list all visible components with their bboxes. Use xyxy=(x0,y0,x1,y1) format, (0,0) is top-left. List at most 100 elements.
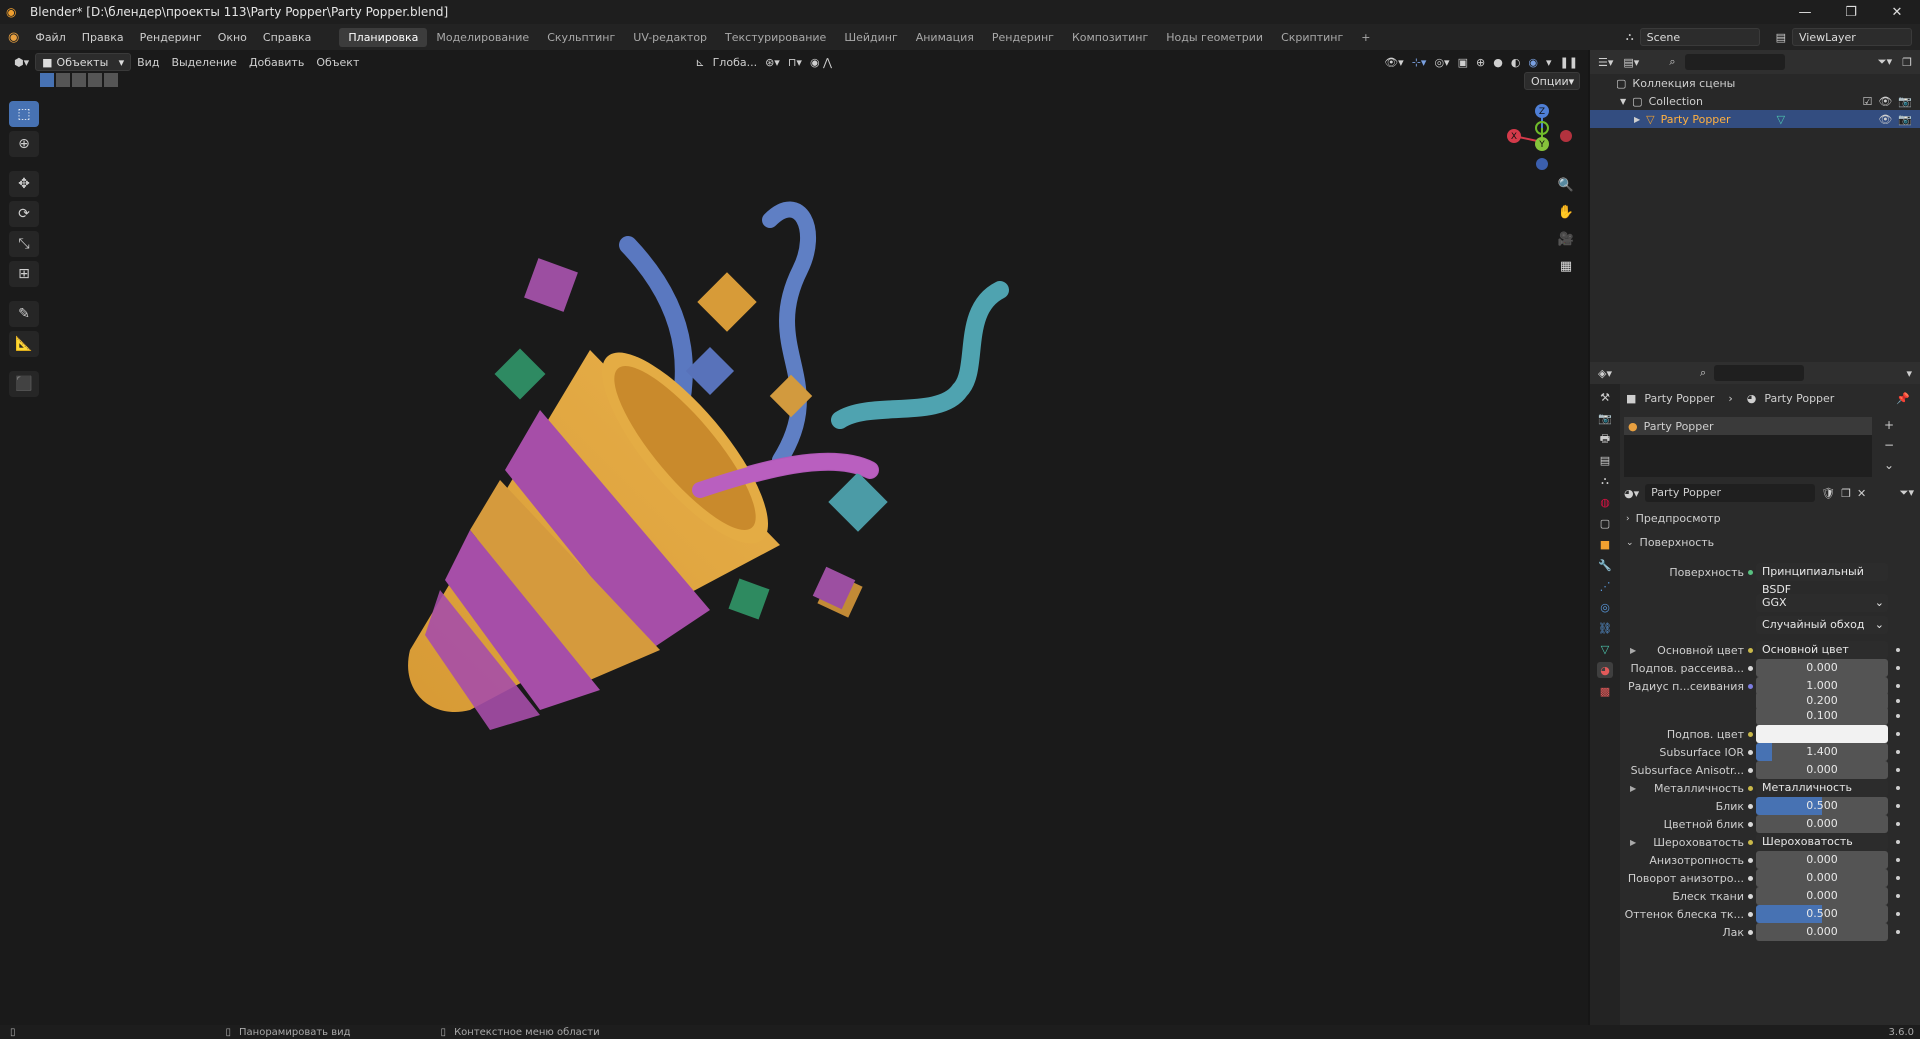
filter-icon[interactable]: ⏷▾ xyxy=(1878,55,1892,69)
editor-type-icon[interactable]: ⬢▾ xyxy=(8,56,35,69)
new-collection-icon[interactable]: ❐ xyxy=(1902,56,1912,69)
tab-animation[interactable]: Анимация xyxy=(907,28,983,47)
world-tab-icon[interactable]: ◍ xyxy=(1597,494,1613,510)
tab-compositing[interactable]: Композитинг xyxy=(1063,28,1157,47)
snap-icon[interactable]: ⊓▾ xyxy=(788,56,802,69)
checkbox-icon[interactable]: ☑ xyxy=(1862,95,1872,108)
tab-rendering[interactable]: Рендеринг xyxy=(983,28,1063,47)
chevron-down-icon[interactable]: ▾ xyxy=(1906,367,1912,380)
camera-view-icon[interactable]: 🎥 xyxy=(1554,227,1578,251)
measure-tool-icon[interactable]: 📐 xyxy=(9,331,39,357)
tab-uv-editing[interactable]: UV-редактор xyxy=(624,28,716,47)
outliner-search-input[interactable] xyxy=(1685,54,1786,70)
keyframe-dot-icon[interactable] xyxy=(1896,699,1900,703)
wireframe-shading-icon[interactable]: ⊕ xyxy=(1476,56,1485,69)
overlay-toggle-icon[interactable]: ◎▾ xyxy=(1434,56,1449,69)
camera-icon[interactable]: 📷 xyxy=(1898,113,1912,126)
minimize-button[interactable]: — xyxy=(1782,5,1828,20)
keyframe-dot-icon[interactable] xyxy=(1896,894,1900,898)
add-slot-button[interactable]: + xyxy=(1884,418,1894,432)
fake-user-icon[interactable]: 🛡 xyxy=(1821,487,1835,500)
select-box-invert-icon[interactable] xyxy=(88,73,102,87)
socket-icon[interactable] xyxy=(1748,929,1753,935)
keyframe-dot-icon[interactable] xyxy=(1896,930,1900,934)
keyframe-dot-icon[interactable] xyxy=(1896,750,1900,754)
keyframe-dot-icon[interactable] xyxy=(1896,876,1900,880)
pan-hand-icon[interactable]: ✋ xyxy=(1554,200,1578,224)
pause-icon[interactable]: ❚❚ xyxy=(1560,56,1578,69)
menu-object[interactable]: Объект xyxy=(310,56,365,69)
chevron-right-icon[interactable]: ▶ xyxy=(1634,115,1640,124)
socket-icon[interactable] xyxy=(1748,683,1753,689)
gizmo-neg-x-axis[interactable] xyxy=(1560,130,1572,142)
tab-modeling[interactable]: Моделирование xyxy=(427,28,538,47)
options-dropdown[interactable]: Опции ▾ xyxy=(1524,72,1580,90)
maximize-button[interactable]: ❐ xyxy=(1828,5,1874,20)
socket-icon[interactable] xyxy=(1748,821,1753,827)
outliner-row-party-popper[interactable]: ▶ ▽ Party Popper ▽ 👁 📷 xyxy=(1590,110,1920,128)
gizmo-toggle-icon[interactable]: ⊹▾ xyxy=(1412,56,1427,69)
select-box-new-icon[interactable] xyxy=(40,73,54,87)
socket-icon[interactable] xyxy=(1748,803,1753,809)
menu-file[interactable]: Файл xyxy=(27,31,73,44)
render-tab-icon[interactable]: 📷 xyxy=(1597,410,1613,426)
material-slot-item[interactable]: ● Party Popper xyxy=(1624,417,1872,435)
collection-tab-icon[interactable]: ▢ xyxy=(1597,515,1613,531)
duplicate-material-icon[interactable]: ❐ xyxy=(1841,487,1851,500)
unlink-material-icon[interactable]: ✕ xyxy=(1857,487,1866,500)
expand-socket-icon[interactable]: ▶ xyxy=(1630,646,1636,655)
navigation-gizmo[interactable]: Z X Y xyxy=(1504,98,1574,170)
mode-selector[interactable]: ■ Объекты ▾ xyxy=(35,53,132,71)
display-mode-icon[interactable]: ▤▾ xyxy=(1623,56,1639,69)
keyframe-dot-icon[interactable] xyxy=(1896,684,1900,688)
outliner-row-collection[interactable]: ▼ ▢ Collection ☑ 👁 📷 xyxy=(1590,92,1920,110)
material-name-field[interactable]: Party Popper xyxy=(1645,484,1816,502)
keyframe-dot-icon[interactable] xyxy=(1896,768,1900,772)
menu-render[interactable]: Рендеринг xyxy=(132,31,210,44)
remove-slot-button[interactable]: − xyxy=(1884,438,1894,452)
keyframe-dot-icon[interactable] xyxy=(1896,786,1900,790)
keyframe-dot-icon[interactable] xyxy=(1896,714,1900,718)
cursor-tool-icon[interactable]: ⊕ xyxy=(9,131,39,157)
menu-view[interactable]: Вид xyxy=(131,56,165,69)
view-layer-tab-icon[interactable]: ▤ xyxy=(1597,452,1613,468)
tool-tab-icon[interactable]: ⚒ xyxy=(1597,389,1613,405)
subsurface-method-dropdown[interactable]: Случайный обход ⌄ xyxy=(1756,616,1888,634)
menu-add[interactable]: Добавить xyxy=(243,56,310,69)
eye-icon[interactable]: 👁 xyxy=(1878,113,1892,126)
material-browse-icon[interactable]: ◕▾ xyxy=(1624,487,1639,500)
move-tool-icon[interactable]: ✥ xyxy=(9,171,39,197)
zoom-icon[interactable]: 🔍 xyxy=(1554,173,1578,197)
socket-icon[interactable] xyxy=(1748,875,1753,881)
socket-icon[interactable] xyxy=(1748,665,1753,671)
outliner-editor-icon[interactable]: ☰▾ xyxy=(1598,56,1613,69)
menu-window[interactable]: Окно xyxy=(210,31,255,44)
socket-icon[interactable] xyxy=(1748,857,1753,863)
object-tab-icon[interactable]: ■ xyxy=(1597,536,1613,552)
material-shading-icon[interactable]: ◐ xyxy=(1511,56,1521,69)
visibility-icon[interactable]: 👁▾ xyxy=(1384,56,1404,69)
surface-panel-header[interactable]: ⌄ Поверхность xyxy=(1626,536,1714,549)
socket-icon[interactable] xyxy=(1748,839,1753,845)
expand-socket-icon[interactable]: ▶ xyxy=(1630,784,1636,793)
keyframe-dot-icon[interactable] xyxy=(1896,912,1900,916)
pivot-icon[interactable]: ⊛▾ xyxy=(765,56,780,69)
camera-icon[interactable]: 📷 xyxy=(1898,95,1912,108)
socket-icon[interactable] xyxy=(1748,731,1753,737)
menu-select[interactable]: Выделение xyxy=(165,56,243,69)
keyframe-dot-icon[interactable] xyxy=(1896,732,1900,736)
shading-options-icon[interactable]: ▾ xyxy=(1546,56,1552,69)
scene-selector[interactable]: Scene xyxy=(1639,28,1760,46)
select-box-subtract-icon[interactable] xyxy=(72,73,86,87)
transform-tool-icon[interactable]: ⊞ xyxy=(9,261,39,287)
close-button[interactable]: ✕ xyxy=(1874,5,1920,20)
select-tool-icon[interactable]: ⬚ xyxy=(9,101,39,127)
tab-shading[interactable]: Шейдинг xyxy=(835,28,906,47)
scale-tool-icon[interactable]: ⤡ xyxy=(9,231,39,257)
keyframe-dot-icon[interactable] xyxy=(1896,822,1900,826)
eye-icon[interactable]: 👁 xyxy=(1878,95,1892,108)
proportional-edit-icon[interactable]: ◉ ⋀ xyxy=(810,56,832,69)
socket-icon[interactable] xyxy=(1748,767,1753,773)
select-box-extend-icon[interactable] xyxy=(56,73,70,87)
chevron-down-icon[interactable]: ▼ xyxy=(1620,97,1626,106)
